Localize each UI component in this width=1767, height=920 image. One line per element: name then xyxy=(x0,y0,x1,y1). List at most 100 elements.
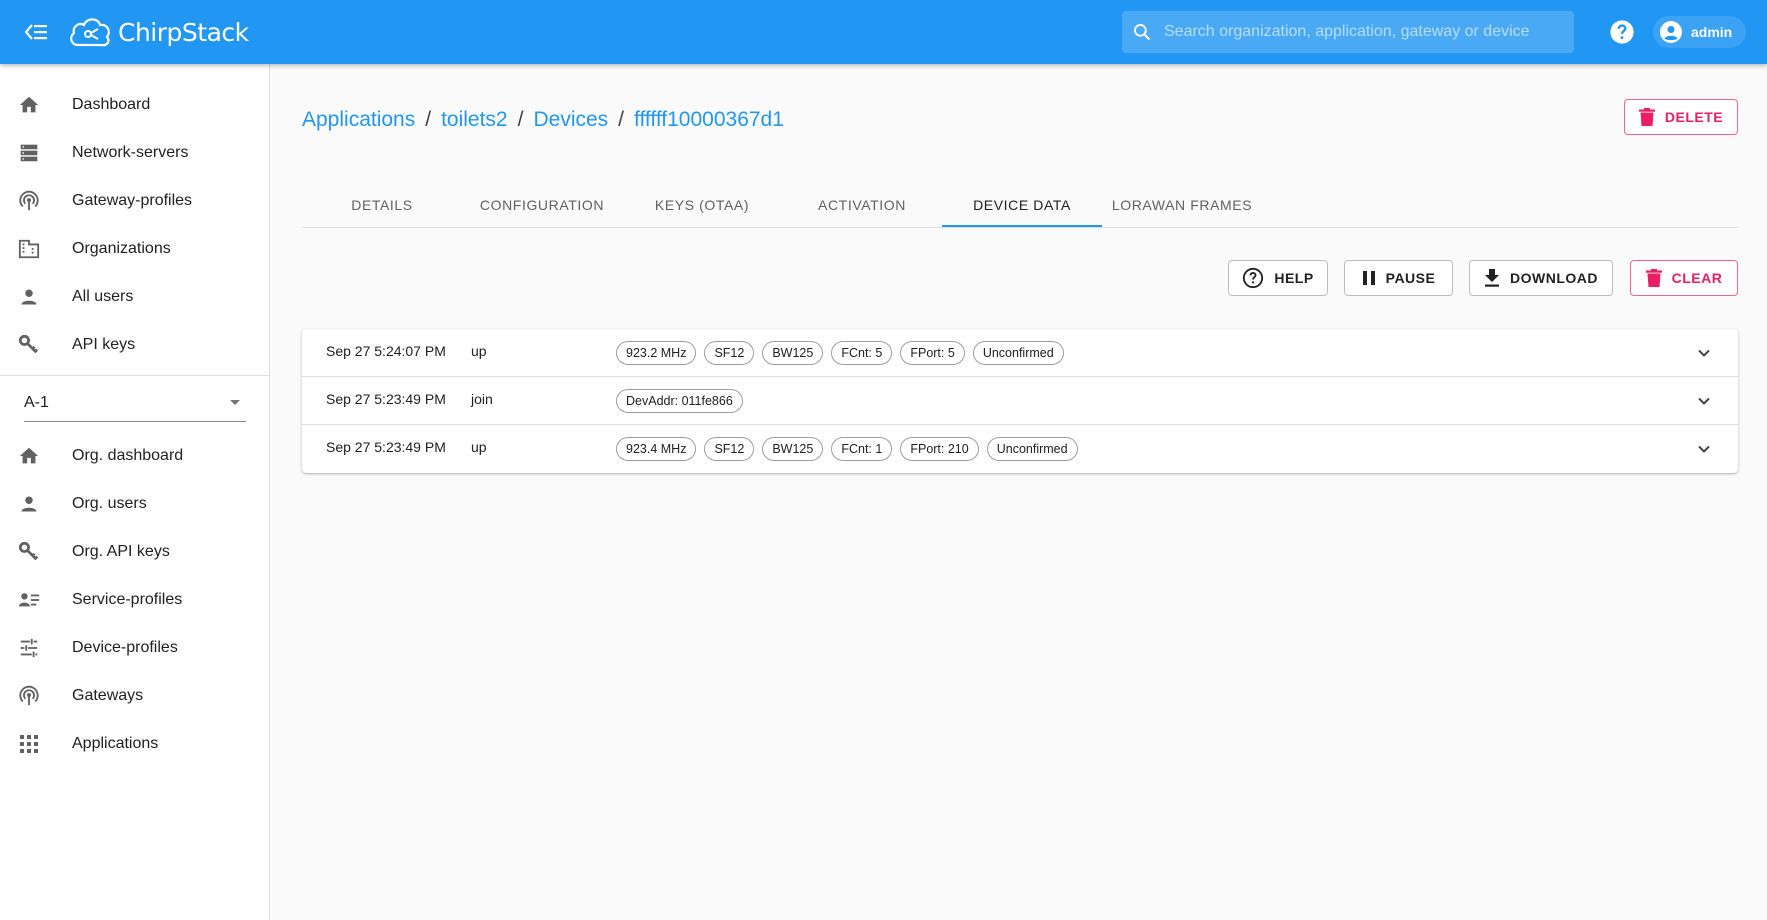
clear-button[interactable]: CLEAR xyxy=(1630,260,1738,296)
sidebar: Dashboard Network-servers Gateway-profil… xyxy=(0,64,270,920)
sidebar-item-label: Org. dashboard xyxy=(72,447,184,464)
pause-button[interactable]: PAUSE xyxy=(1344,260,1453,296)
search-icon xyxy=(1134,24,1151,41)
breadcrumb-device-link[interactable]: ffffff10000367d1 xyxy=(634,108,784,132)
sidebar-item-device-profiles[interactable]: Device-profiles xyxy=(0,624,269,672)
tab-label: LORAWAN FRAMES xyxy=(1111,197,1253,213)
tab-label: KEYS (OTAA) xyxy=(654,197,750,213)
frame-timestamp: Sep 27 5:24:07 PM xyxy=(326,343,446,359)
breadcrumb-separator: / xyxy=(618,108,625,131)
clear-button-label: CLEAR xyxy=(1671,270,1723,286)
dropdown-arrow-icon xyxy=(230,400,240,405)
frame-timestamp: Sep 27 5:23:49 PM xyxy=(326,391,446,407)
breadcrumb-separator: / xyxy=(425,108,432,131)
sidebar-item-label: Org. API keys xyxy=(72,543,170,560)
sidebar-item-dashboard[interactable]: Dashboard xyxy=(0,81,269,129)
sidebar-item-label: Gateways xyxy=(72,687,144,704)
account-circle-icon xyxy=(1660,21,1682,43)
frame-chips: 923.2 MHz SF12 BW125 FCnt: 5 FPort: 5 Un… xyxy=(616,341,1064,365)
breadcrumb-devices-link[interactable]: Devices xyxy=(533,108,608,132)
help-circle-icon xyxy=(1243,267,1264,289)
list-item[interactable]: Sep 27 5:24:07 PM up 923.2 MHz SF12 BW12… xyxy=(302,329,1738,377)
sidebar-item-org-dashboard[interactable]: Org. dashboard xyxy=(0,432,269,480)
device-data-list: Sep 27 5:24:07 PM up 923.2 MHz SF12 BW12… xyxy=(302,329,1738,473)
sidebar-divider xyxy=(0,375,269,376)
sidebar-item-label: Organizations xyxy=(72,240,171,257)
chevron-down-icon[interactable] xyxy=(1696,441,1712,457)
confirmation-chip: Unconfirmed xyxy=(972,341,1064,365)
username-label: admin xyxy=(1691,24,1733,40)
breadcrumb-applications-link[interactable]: Applications xyxy=(302,108,415,132)
tab-label: ACTIVATION xyxy=(818,197,906,213)
confirmation-chip: Unconfirmed xyxy=(986,437,1078,461)
collapse-menu-icon[interactable] xyxy=(18,16,54,48)
sidebar-item-applications[interactable]: Applications xyxy=(0,720,269,768)
frequency-chip: 923.4 MHz xyxy=(616,437,697,461)
bandwidth-chip: BW125 xyxy=(762,341,824,365)
home-icon xyxy=(17,93,41,117)
help-button-label: HELP xyxy=(1274,270,1314,286)
list-item[interactable]: Sep 27 5:23:49 PM join DevAddr: 011fe866 xyxy=(302,377,1738,425)
sidebar-item-api-keys[interactable]: API keys xyxy=(0,321,269,369)
download-button[interactable]: DOWNLOAD xyxy=(1469,260,1613,296)
active-tab-indicator xyxy=(942,225,1102,227)
key-icon xyxy=(17,540,41,564)
sidebar-item-org-api-keys[interactable]: Org. API keys xyxy=(0,528,269,576)
breadcrumb-separator: / xyxy=(517,108,524,131)
chevron-down-icon[interactable] xyxy=(1696,393,1712,409)
sidebar-item-all-users[interactable]: All users xyxy=(0,273,269,321)
sidebar-item-org-users[interactable]: Org. users xyxy=(0,480,269,528)
tab-label: CONFIGURATION xyxy=(479,197,605,213)
organization-selector[interactable]: A-1 xyxy=(24,384,246,422)
delete-button-label: DELETE xyxy=(1664,109,1724,125)
help-icon[interactable] xyxy=(1608,18,1636,46)
sidebar-item-gateways[interactable]: Gateways xyxy=(0,672,269,720)
sidebar-item-label: All users xyxy=(72,288,134,305)
tab-activation[interactable]: ACTIVATION xyxy=(782,182,942,228)
sidebar-item-label: Dashboard xyxy=(72,96,151,113)
tab-keys-otaa[interactable]: KEYS (OTAA) xyxy=(622,182,782,228)
frame-type: up xyxy=(471,439,487,455)
breadcrumb: Applications / toilets2 / Devices / ffff… xyxy=(302,108,784,132)
tab-details[interactable]: DETAILS xyxy=(302,182,462,228)
search-bar[interactable] xyxy=(1122,11,1574,53)
sidebar-item-label: Applications xyxy=(72,735,159,752)
chevron-down-icon[interactable] xyxy=(1696,345,1712,361)
tab-configuration[interactable]: CONFIGURATION xyxy=(462,182,622,228)
sidebar-item-service-profiles[interactable]: Service-profiles xyxy=(0,576,269,624)
sidebar-item-label: API keys xyxy=(72,336,136,353)
search-input[interactable] xyxy=(1164,23,1564,41)
breadcrumb-application-link[interactable]: toilets2 xyxy=(441,108,508,132)
antenna-icon xyxy=(17,189,41,213)
person-icon xyxy=(17,492,41,516)
help-button[interactable]: HELP xyxy=(1228,260,1328,296)
tab-lorawan-frames[interactable]: LORAWAN FRAMES xyxy=(1102,182,1262,228)
sidebar-item-organizations[interactable]: Organizations xyxy=(0,225,269,273)
key-icon xyxy=(17,333,41,357)
sidebar-item-network-servers[interactable]: Network-servers xyxy=(0,129,269,177)
cloud-logo-icon xyxy=(70,18,110,47)
chirpstack-logo[interactable]: ChirpStack xyxy=(68,10,249,54)
sidebar-item-gateway-profiles[interactable]: Gateway-profiles xyxy=(0,177,269,225)
sidebar-item-label: Org. users xyxy=(72,495,147,512)
delete-device-button[interactable]: DELETE xyxy=(1624,99,1738,135)
user-menu-button[interactable]: admin xyxy=(1653,16,1747,48)
tab-label: DETAILS xyxy=(351,197,413,213)
fport-chip: FPort: 210 xyxy=(900,437,979,461)
frame-timestamp: Sep 27 5:23:49 PM xyxy=(326,439,446,455)
pause-icon xyxy=(1362,271,1375,285)
list-item[interactable]: Sep 27 5:23:49 PM up 923.4 MHz SF12 BW12… xyxy=(302,425,1738,473)
logo-text: ChirpStack xyxy=(118,17,249,47)
selected-organization: A-1 xyxy=(24,393,49,411)
fcnt-chip: FCnt: 1 xyxy=(831,437,893,461)
download-icon xyxy=(1485,269,1499,287)
server-icon xyxy=(17,141,41,165)
trash-icon xyxy=(1645,269,1662,287)
building-icon xyxy=(17,237,41,261)
tab-device-data[interactable]: DEVICE DATA xyxy=(942,182,1102,228)
account-details-icon xyxy=(17,588,41,612)
apps-grid-icon xyxy=(17,732,41,756)
bandwidth-chip: BW125 xyxy=(762,437,824,461)
antenna-icon xyxy=(17,684,41,708)
sidebar-item-label: Network-servers xyxy=(72,144,189,161)
